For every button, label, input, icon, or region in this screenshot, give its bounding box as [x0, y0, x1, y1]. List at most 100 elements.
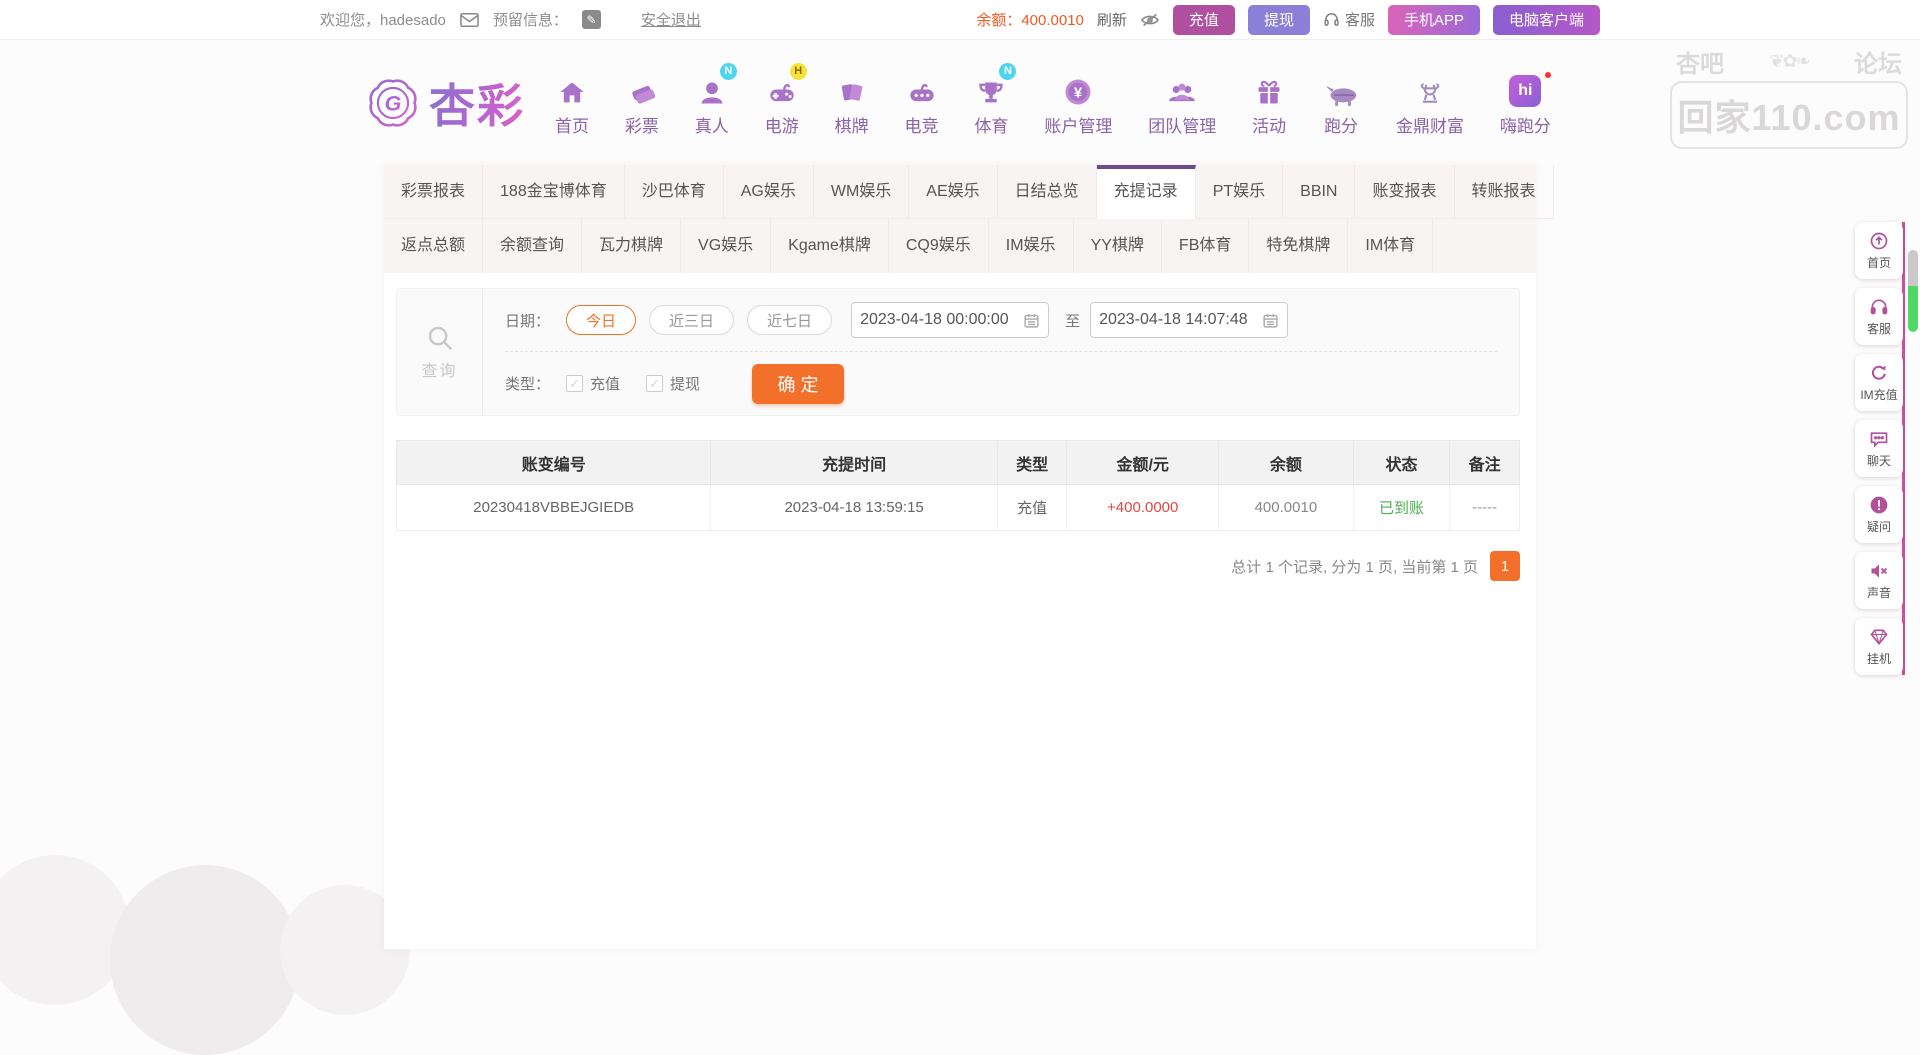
- tab-pt[interactable]: PT娱乐: [1196, 165, 1283, 219]
- main-navbar: G 杏彩 首页 彩票 N: [0, 40, 1920, 165]
- refresh-balance-link[interactable]: 刷新: [1097, 9, 1127, 30]
- tab-wm[interactable]: WM娱乐: [814, 165, 909, 219]
- nav-label: 电游: [765, 112, 799, 137]
- nav-label: 嗨跑分: [1500, 112, 1551, 137]
- nav-item-hi-paofen[interactable]: hi 嗨跑分: [1496, 69, 1555, 137]
- headset-icon: [1869, 297, 1889, 317]
- nav-item-promotions[interactable]: 活动: [1248, 69, 1290, 137]
- tab-wali-games[interactable]: 瓦力棋牌: [582, 219, 681, 273]
- arrow-up-circle-icon: [1869, 231, 1889, 251]
- sidebar-item-im-recharge[interactable]: IM充值: [1855, 354, 1903, 411]
- page-1-button[interactable]: 1: [1490, 551, 1520, 581]
- col-status: 状态: [1353, 441, 1450, 485]
- type-checkbox-withdraw[interactable]: ✓ 提现: [646, 373, 700, 394]
- nav-item-team-management[interactable]: 团队管理: [1144, 69, 1220, 137]
- nav-item-home[interactable]: 首页: [551, 69, 593, 137]
- scrollbar[interactable]: [1908, 250, 1918, 332]
- tab-saba-sports[interactable]: 沙巴体育: [625, 165, 724, 219]
- col-type: 类型: [997, 441, 1067, 485]
- svg-text:¥: ¥: [1074, 84, 1083, 101]
- nav-item-sports[interactable]: N 体育: [970, 69, 1012, 137]
- tab-im-sports[interactable]: IM体育: [1348, 219, 1433, 273]
- nav-label: 金鼎财富: [1396, 112, 1464, 137]
- brand-name: 杏彩: [429, 70, 525, 136]
- tab-transfer-report[interactable]: 转账报表: [1455, 165, 1554, 219]
- scrollbar-thumb[interactable]: [1908, 286, 1918, 332]
- customer-service-link[interactable]: 客服: [1323, 9, 1375, 30]
- nav-label: 真人: [695, 112, 729, 137]
- nav-item-jinding-wealth[interactable]: 金鼎财富: [1392, 69, 1468, 137]
- quick-range-7days[interactable]: 近七日: [747, 305, 832, 335]
- mail-icon[interactable]: [460, 13, 479, 27]
- volume-muted-icon: [1869, 561, 1889, 581]
- nav-label: 棋牌: [835, 112, 869, 137]
- decor-circle: [110, 865, 300, 1055]
- type-label: 类型：: [505, 373, 550, 394]
- chat-bubble-icon: [1869, 429, 1889, 449]
- confirm-button[interactable]: 确 定: [752, 364, 844, 404]
- brand-logo[interactable]: G 杏彩: [365, 70, 525, 136]
- tab-rebate-total[interactable]: 返点总额: [384, 219, 483, 273]
- tab-daily-summary[interactable]: 日结总览: [998, 165, 1097, 219]
- customer-service-label: 客服: [1345, 9, 1375, 30]
- pagination: 总计 1 个记录, 分为 1 页, 当前第 1 页 1: [384, 551, 1520, 581]
- rhino-icon: [1322, 69, 1360, 107]
- calendar-icon[interactable]: [1023, 312, 1040, 329]
- mobile-app-button[interactable]: 手机APP: [1388, 5, 1480, 35]
- balance-label: 余额：: [976, 12, 1021, 29]
- magnifier-icon: [425, 323, 455, 353]
- eye-off-icon[interactable]: [1140, 12, 1160, 28]
- tab-188-sports[interactable]: 188金宝博体育: [483, 165, 625, 219]
- tab-ag[interactable]: AG娱乐: [724, 165, 814, 219]
- quick-range-3days[interactable]: 近三日: [649, 305, 734, 335]
- logout-link[interactable]: 安全退出: [641, 9, 701, 30]
- tab-account-change-report[interactable]: 账变报表: [1355, 165, 1454, 219]
- nav-item-account-management[interactable]: ¥ 账户管理: [1040, 69, 1116, 137]
- col-account-change-id: 账变编号: [397, 441, 711, 485]
- nav-item-esports[interactable]: 电竞: [901, 69, 943, 137]
- col-amount: 金额/元: [1067, 441, 1219, 485]
- tab-im-casino[interactable]: IM娱乐: [989, 219, 1074, 273]
- sidebar-item-sound[interactable]: 声音: [1855, 552, 1903, 609]
- nav-item-board-games[interactable]: 棋牌: [831, 69, 873, 137]
- tab-ae[interactable]: AE娱乐: [909, 165, 997, 219]
- query-label-text: 查询: [421, 357, 457, 381]
- type-checkbox-deposit[interactable]: ✓ 充值: [566, 373, 620, 394]
- badge-new: N: [999, 63, 1016, 80]
- tab-kgame[interactable]: Kgame棋牌: [771, 219, 889, 273]
- pc-client-button[interactable]: 电脑客户端: [1493, 5, 1600, 35]
- tab-cq9[interactable]: CQ9娱乐: [889, 219, 989, 273]
- sidebar-item-service[interactable]: 客服: [1855, 288, 1903, 345]
- sidebar-item-home[interactable]: 首页: [1855, 222, 1903, 279]
- scrollbar-track-segment[interactable]: [1908, 250, 1918, 286]
- tab-temian-games[interactable]: 特免棋牌: [1249, 219, 1348, 273]
- tab-yy-games[interactable]: YY棋牌: [1074, 219, 1162, 273]
- tab-bbin[interactable]: BBIN: [1283, 165, 1355, 219]
- report-tabs-row-2: 返点总额 余额查询 瓦力棋牌 VG娱乐 Kgame棋牌 CQ9娱乐 IM娱乐 Y…: [384, 219, 1536, 273]
- nav-item-live-casino[interactable]: N 真人: [691, 69, 733, 137]
- date-to-input[interactable]: [1099, 311, 1262, 329]
- calendar-icon[interactable]: [1262, 312, 1279, 329]
- badge-new: N: [720, 63, 737, 80]
- checkbox-label: 提现: [670, 373, 700, 394]
- tab-lottery-report[interactable]: 彩票报表: [384, 165, 483, 219]
- nav-label: 活动: [1252, 112, 1286, 137]
- tab-balance-query[interactable]: 余额查询: [483, 219, 582, 273]
- date-from-input[interactable]: [860, 311, 1023, 329]
- withdraw-button[interactable]: 提现: [1248, 5, 1310, 35]
- sidebar-item-chat[interactable]: 聊天: [1855, 420, 1903, 477]
- date-from-box: [851, 302, 1049, 338]
- quick-range-today[interactable]: 今日: [566, 305, 636, 335]
- sidebar-item-afk[interactable]: 挂机: [1855, 618, 1903, 675]
- sidebar-item-questions[interactable]: 疑问: [1855, 486, 1903, 543]
- tab-deposit-withdraw-records[interactable]: 充提记录: [1097, 165, 1196, 219]
- nav-label: 账户管理: [1044, 112, 1112, 137]
- deposit-button[interactable]: 充值: [1173, 5, 1235, 35]
- tab-fb-sports[interactable]: FB体育: [1162, 219, 1249, 273]
- notification-dot: [1545, 72, 1551, 78]
- edit-pencil-icon[interactable]: ✎: [582, 10, 601, 29]
- tab-vg[interactable]: VG娱乐: [681, 219, 771, 273]
- nav-item-paofen[interactable]: 跑分: [1318, 69, 1364, 137]
- nav-item-lottery[interactable]: 彩票: [621, 69, 663, 137]
- nav-item-egames[interactable]: H 电游: [761, 69, 803, 137]
